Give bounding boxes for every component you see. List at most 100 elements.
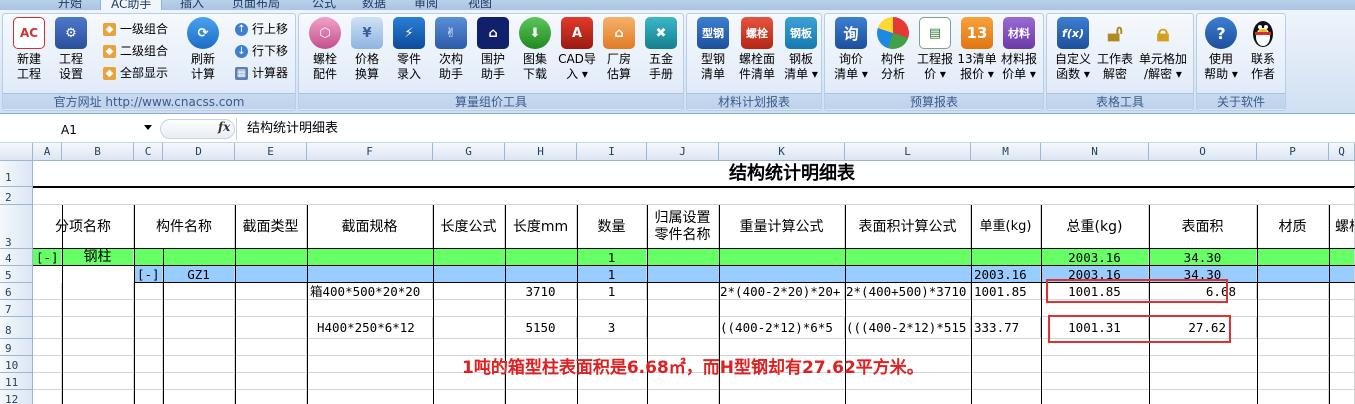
col-header[interactable]: B [62,143,134,161]
level2-group-button[interactable]: ◆ 二级组合 [103,42,168,60]
contact-author-button[interactable]: 联系 作者 [1243,17,1283,93]
row-header[interactable]: 11 [0,373,33,390]
area-formula-cell[interactable]: 2*(400+500)*3710 [845,283,971,300]
row-header[interactable]: 10 [0,356,33,373]
header-weight-formula[interactable]: 重量计算公式 [719,205,845,249]
total-weight-cell[interactable]: 2003.16 [1041,249,1149,266]
surface-area-cell[interactable]: 34.30 [1149,249,1257,266]
material-quote-button[interactable]: 材料 材料报 价单 ▾ [999,17,1039,93]
empty-column-j[interactable] [647,283,719,404]
cad-import-button[interactable]: A CAD导 入 ▾ [557,17,597,93]
empty-column-c[interactable] [134,283,163,404]
col-header[interactable]: K [719,143,845,161]
bill13-quote-button[interactable]: 13 13清单 报价 ▾ [957,17,997,93]
empty-row-2[interactable] [33,187,1355,205]
empty-column-e[interactable] [235,283,307,404]
col-header[interactable]: C [134,143,163,161]
col-header[interactable]: H [505,143,577,161]
col-header[interactable]: Q [1329,143,1355,161]
weight-formula-cell[interactable]: 2*(400-2*20)*20+ [719,283,845,300]
row-header[interactable]: 12 [0,390,33,404]
row-header[interactable]: 5 [0,266,33,283]
tab-review[interactable]: 审阅 [414,0,438,10]
refresh-calc-button[interactable]: ⟳ 刷新 计算 [183,17,223,93]
part-entry-button[interactable]: ⚡ 零件 录入 [389,17,429,93]
quantity-cell[interactable]: 1 [577,283,647,300]
col-header[interactable]: P [1257,143,1329,161]
tab-page-layout[interactable]: 页面布局 [232,0,280,10]
quantity-cell[interactable]: 1 [577,266,647,283]
section-spec-cell[interactable]: H400*250*6*12 [307,317,433,339]
tab-formulas[interactable]: 公式 [312,0,336,10]
help-button[interactable]: ? 使用 帮助 ▾ [1201,17,1241,93]
col-header[interactable]: I [577,143,647,161]
length-cell[interactable]: 5150 [505,317,577,339]
factory-estimate-button[interactable]: ⌂ 厂房 估算 [599,17,639,93]
row-header[interactable]: 6 [0,283,33,300]
item-name-cell[interactable]: 钢柱 [62,249,134,266]
project-quote-button[interactable]: ▤ 工程报 价 ▾ [915,17,955,93]
col-header[interactable]: M [971,143,1041,161]
tab-data[interactable]: 数据 [362,0,386,10]
row-header[interactable]: 4 [0,249,33,266]
col-header[interactable]: G [433,143,505,161]
formula-input[interactable]: 结构统计明细表 [236,118,1355,140]
inquiry-list-button[interactable]: 询 询价 清单 ▾ [831,17,871,93]
hardware-manual-button[interactable]: ✖ 五金 手册 [641,17,681,93]
header-total-weight[interactable]: 总重(kg) [1041,205,1149,249]
unit-weight-cell[interactable]: 1001.85 [971,283,1041,300]
header-section-type[interactable]: 截面类型 [235,205,307,249]
col-header[interactable]: L [845,143,971,161]
sheet-title[interactable]: 结构统计明细表 [33,161,1355,187]
row-up-button[interactable]: ↑ 行上移 [235,20,288,38]
header-member-name[interactable]: 构件名称 [134,205,235,249]
length-cell[interactable]: 3710 [505,283,577,300]
unit-weight-cell[interactable]: 333.77 [971,317,1041,339]
row-header[interactable]: 1 [0,161,33,187]
header-area-formula[interactable]: 表面积计算公式 [845,205,971,249]
empty-column-d[interactable] [163,283,235,404]
header-bolt[interactable]: 螺栓 [1329,205,1355,249]
col-header[interactable]: E [235,143,307,161]
empty-column-g[interactable] [433,283,505,404]
header-part-name[interactable]: 归属设置 零件名称 [647,205,719,249]
row-header[interactable]: 9 [0,339,33,356]
col-header[interactable]: O [1149,143,1257,161]
cell-encrypt-button[interactable]: 🔒︎ 单元格加 /解密 ▾ [1139,17,1187,93]
quantity-cell[interactable]: 3 [577,317,647,339]
tab-home[interactable]: 开始 [58,0,82,10]
select-all-corner[interactable] [0,143,33,161]
name-box[interactable]: A1 [6,120,156,138]
col-header[interactable]: F [307,143,433,161]
row-header[interactable]: 2 [0,187,33,205]
tab-insert[interactable]: 插入 [180,0,204,10]
header-quantity[interactable]: 数量 [577,205,647,249]
bolt-parts-button[interactable]: ⬡ 螺栓 配件 [305,17,345,93]
section-spec-cell[interactable]: 箱400*500*20*20 [307,283,433,300]
calculator-button[interactable]: ▦ 计算器 [235,64,288,82]
header-surface-area[interactable]: 表面积 [1149,205,1257,249]
header-section-spec[interactable]: 截面规格 [307,205,433,249]
plate-list-button[interactable]: 钢板 钢板 清单 ▾ [781,17,821,93]
row-header[interactable]: 8 [0,317,33,339]
col-header[interactable]: D [163,143,235,161]
area-formula-cell[interactable]: (((400-2*12)*515 [845,317,971,339]
fx-icon[interactable]: fx [218,120,230,134]
level1-group-button[interactable]: ◆ 一级组合 [103,20,168,38]
show-all-button[interactable]: ◆ 全部显示 [103,64,168,82]
secondary-helper-button[interactable]: ✌ 次构 助手 [431,17,471,93]
unit-weight-cell[interactable]: 2003.16 [971,266,1041,283]
row-header[interactable]: 3 [0,205,33,249]
empty-column-b[interactable] [62,283,134,404]
row-header[interactable]: 7 [0,300,33,317]
new-project-button[interactable]: AC 新建 工程 [9,17,49,93]
empty-column-q[interactable] [1329,283,1355,404]
member-name-cell[interactable]: GZ1 [163,266,235,283]
sheet-decrypt-button[interactable]: 🔓︎ 工作表 解密 [1095,17,1135,93]
empty-column-a[interactable] [33,283,62,404]
empty-column-p[interactable] [1257,283,1329,404]
chevron-down-icon[interactable] [144,125,152,130]
atlas-download-button[interactable]: ⬇ 图集 下载 [515,17,555,93]
enclosure-helper-button[interactable]: ⌂ 围护 助手 [473,17,513,93]
col-header[interactable]: J [647,143,719,161]
